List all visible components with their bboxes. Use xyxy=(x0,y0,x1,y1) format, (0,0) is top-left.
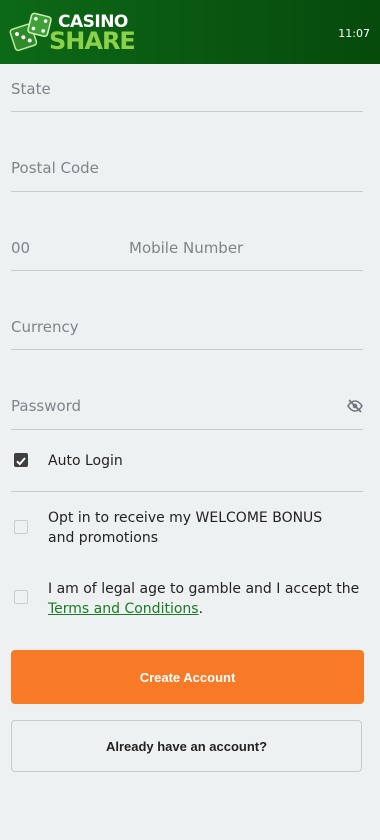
auto-login-label: Auto Login xyxy=(48,453,123,469)
welcome-bonus-checkbox[interactable] xyxy=(14,520,28,534)
postal-code-field[interactable]: Postal Code xyxy=(11,143,363,192)
terms-link[interactable]: Terms and Conditions xyxy=(48,601,199,617)
app-header: CASINO SHARE 11:07 xyxy=(0,0,380,64)
status-time: 11:07 xyxy=(338,27,370,40)
eye-off-icon[interactable] xyxy=(347,399,363,413)
legal-age-period: . xyxy=(198,601,204,617)
password-field[interactable]: Password xyxy=(11,381,363,430)
legal-age-checkbox[interactable] xyxy=(14,590,28,604)
state-placeholder: State xyxy=(11,80,51,98)
legal-age-text: I am of legal age to gamble and I accept… xyxy=(48,581,360,597)
dice-logo-icon xyxy=(9,12,52,52)
currency-field[interactable]: Currency xyxy=(11,302,363,350)
already-have-account-button[interactable]: Already have an account? xyxy=(11,720,362,772)
currency-placeholder: Currency xyxy=(11,318,79,336)
phone-prefix[interactable]: 00 xyxy=(11,239,30,257)
create-account-button[interactable]: Create Account xyxy=(11,650,364,704)
divider xyxy=(11,491,363,492)
auto-login-checkbox[interactable] xyxy=(14,453,28,467)
legal-age-label: I am of legal age to gamble and I accept… xyxy=(48,579,366,619)
postal-code-placeholder: Postal Code xyxy=(11,159,99,177)
logo-text-share: SHARE xyxy=(49,27,136,55)
state-field[interactable]: State xyxy=(11,64,363,112)
mobile-number-placeholder: Mobile Number xyxy=(129,239,244,257)
welcome-bonus-label: Opt in to receive my WELCOME BONUS and p… xyxy=(48,510,323,546)
checkmark-icon xyxy=(16,457,26,466)
mobile-number-field[interactable]: 00 Mobile Number xyxy=(11,222,363,271)
password-placeholder: Password xyxy=(11,397,82,415)
